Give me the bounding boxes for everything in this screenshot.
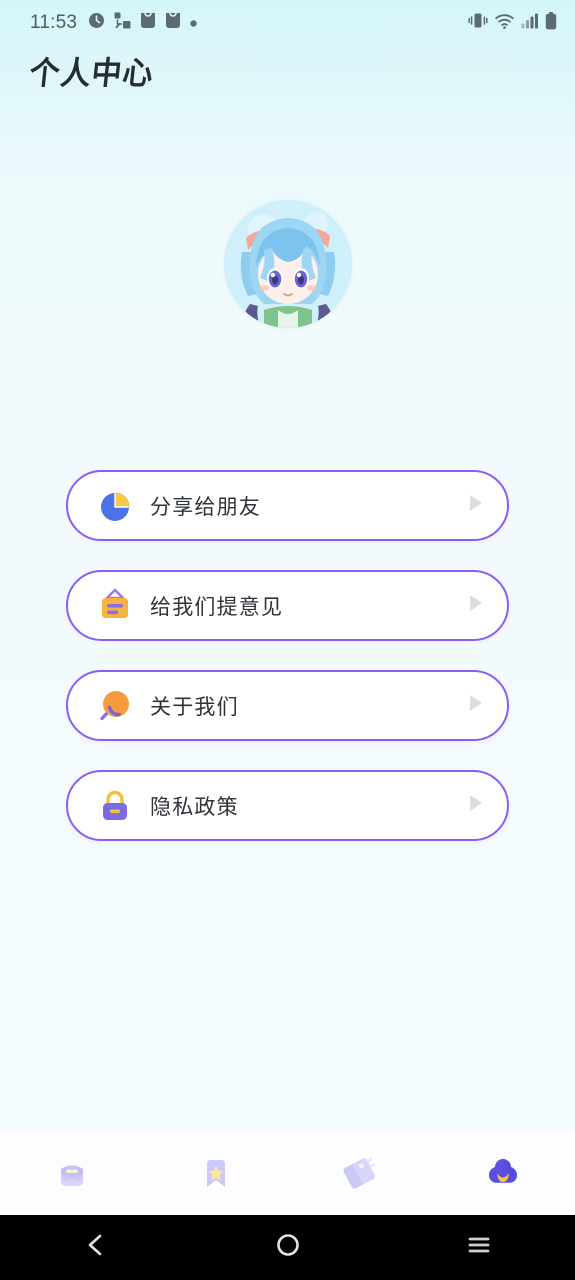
menu-item-privacy[interactable]: 隐私政策 [66, 770, 509, 841]
recents-menu-icon [466, 1232, 492, 1263]
notification-bag-icon [165, 12, 181, 34]
tab-bookmarks[interactable] [144, 1130, 288, 1215]
android-nav-bar [0, 1215, 575, 1280]
home-button[interactable] [192, 1232, 384, 1263]
menu-item-label: 关于我们 [150, 694, 239, 719]
lock-privacy-icon [96, 787, 134, 825]
dot-icon [190, 14, 197, 32]
menu-item-feedback[interactable]: 给我们提意见 [66, 570, 509, 641]
status-bar-right [468, 11, 557, 35]
tab-inbox[interactable] [0, 1130, 144, 1215]
menu-item-about[interactable]: 关于我们 [66, 670, 509, 741]
menu-list: 分享给朋友 给我们提意见 关于我们 隐私政策 [0, 470, 575, 841]
share-network-icon [114, 12, 131, 34]
magnifier-about-icon [96, 687, 134, 725]
status-bar: 11:53 [0, 0, 575, 46]
avatar-section [0, 200, 575, 328]
tab-profile[interactable] [431, 1130, 575, 1215]
menu-item-label: 给我们提意见 [150, 594, 284, 619]
signal-icon [521, 13, 538, 34]
page-title: 个人中心 [27, 55, 156, 93]
chevron-right-icon[interactable] [467, 593, 485, 618]
clock-icon [88, 12, 105, 34]
wifi-icon [495, 13, 514, 34]
menu-item-label: 隐私政策 [150, 794, 239, 819]
feedback-board-icon [96, 587, 134, 625]
chevron-right-icon[interactable] [467, 693, 485, 718]
inbox-icon [50, 1151, 94, 1195]
notification-bag-icon [140, 12, 156, 34]
status-bar-left: 11:53 [30, 12, 468, 34]
battery-icon [545, 11, 557, 35]
tab-tags[interactable] [288, 1130, 432, 1215]
menu-item-label: 分享给朋友 [150, 494, 261, 519]
phone-screen: 11:53 个人中心 分享给朋友 给我们提意见 关于我们 隐私政策 [0, 0, 575, 1280]
back-chevron-icon [83, 1232, 109, 1263]
page-header: 个人中心 [0, 46, 575, 102]
chevron-right-icon[interactable] [467, 493, 485, 518]
profile-cloud-icon [480, 1150, 526, 1196]
status-bar-clock: 11:53 [30, 12, 78, 33]
vibrate-icon [468, 12, 488, 34]
bookmark-star-icon [194, 1151, 238, 1195]
bottom-tab-bar [0, 1130, 575, 1215]
recents-button[interactable] [383, 1232, 575, 1263]
pie-chart-share-icon [96, 487, 134, 525]
home-circle-icon [275, 1232, 301, 1263]
avatar[interactable] [223, 200, 352, 328]
price-tags-icon [337, 1151, 381, 1195]
back-button[interactable] [0, 1232, 192, 1263]
chevron-right-icon[interactable] [467, 793, 485, 818]
menu-item-share[interactable]: 分享给朋友 [66, 470, 509, 541]
